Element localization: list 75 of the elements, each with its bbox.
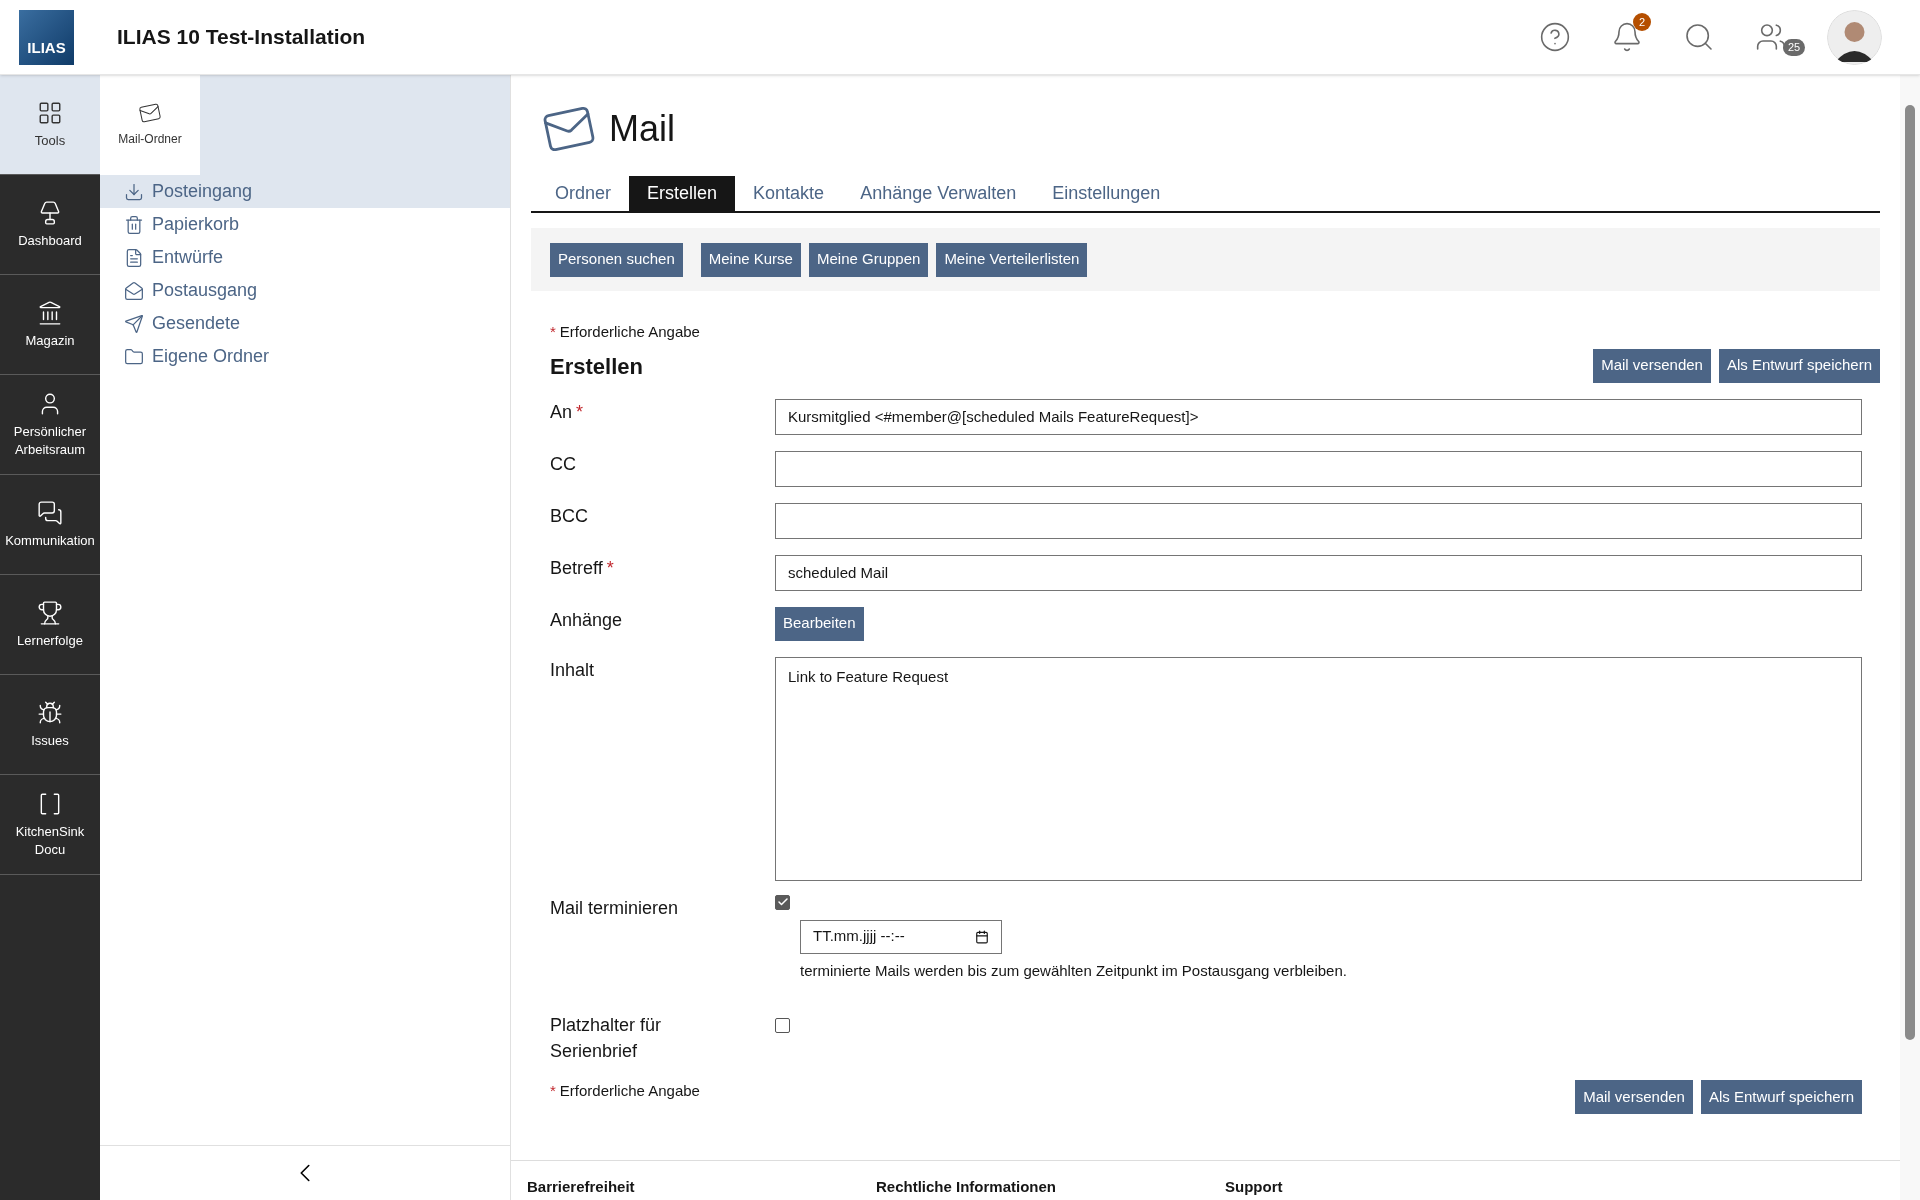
main-bar-item[interactable]: Persönlicher Arbeitsraum <box>0 375 100 475</box>
required-mark: * <box>550 1082 556 1099</box>
text-field[interactable]: scheduled Mail <box>775 554 1862 591</box>
date-time-field[interactable]: TT.mm.jjjj --:-- <box>800 919 1002 954</box>
logo[interactable]: ILIAS <box>19 9 74 65</box>
toolbar-button[interactable]: Meine Kurse <box>700 242 801 277</box>
tab[interactable]: Kontakte <box>735 176 843 211</box>
main-bar-item[interactable]: KitchenSink Docu <box>0 775 100 875</box>
field-label: An <box>550 401 573 422</box>
bug-icon <box>37 699 63 726</box>
download-icon <box>124 181 144 202</box>
tab[interactable]: Erstellen <box>629 176 736 211</box>
field-label: Betreff <box>550 557 603 578</box>
action-button[interactable]: Mail versenden <box>1593 348 1711 383</box>
field-label: BCC <box>550 505 588 526</box>
text-field[interactable]: Kursmitglied <#member@[scheduled Mails FeatureRequest]> <box>775 398 1862 435</box>
page-title: Mail <box>609 107 675 151</box>
footer-heading: Rechtliche Informationen <box>876 1176 1058 1197</box>
action-button[interactable]: Als Entwurf speichern <box>1700 1080 1862 1114</box>
field-label: Anhänge <box>550 609 623 630</box>
help-icon[interactable] <box>1539 21 1571 53</box>
folder-item[interactable]: Gesendete <box>100 307 510 340</box>
footer-heading: Support <box>1225 1176 1284 1197</box>
paper-plane-icon <box>124 313 144 334</box>
main-bar-item[interactable]: Kommunikation <box>0 475 100 575</box>
edit-button[interactable]: Bearbeiten <box>775 606 864 641</box>
main-bar-item[interactable]: Tools <box>0 75 100 175</box>
toolbar-button[interactable]: Personen suchen <box>550 242 683 277</box>
text-field[interactable] <box>775 450 1862 487</box>
tab[interactable]: Anhänge Verwalten <box>842 176 1035 211</box>
main-bar-item[interactable]: Magazin <box>0 275 100 375</box>
main-bar-item[interactable]: Lernerfolge <box>0 575 100 675</box>
bank-icon <box>37 299 63 326</box>
trash-icon <box>124 214 144 235</box>
footer-heading: Barrierefreiheit <box>527 1176 636 1197</box>
folder-item[interactable]: Posteingang <box>100 175 510 208</box>
required-mark: * <box>550 323 556 340</box>
folder-item[interactable]: Eigene Ordner <box>100 340 510 373</box>
notification-badge: 2 <box>1633 13 1651 31</box>
folder-icon <box>124 346 144 367</box>
calendar-icon <box>975 929 989 944</box>
content-textarea[interactable]: Link to Feature Request <box>775 656 1862 881</box>
folder-item[interactable]: Entwürfe <box>100 241 510 274</box>
document-icon <box>124 247 144 268</box>
required-mark: * <box>576 401 584 422</box>
chat-icon <box>37 499 63 526</box>
envelope-icon <box>124 280 144 301</box>
field-label: Mail terminieren <box>550 897 679 918</box>
tab[interactable]: Ordner <box>537 176 630 211</box>
trophy-icon <box>37 599 63 626</box>
toolbar-button[interactable]: Meine Verteilerlisten <box>936 242 1088 277</box>
contacts-icon[interactable] <box>1755 21 1787 53</box>
hint-text: terminierte Mails werden bis zum gewählten Zeitpunkt im Postausgang verbleiben. <box>800 960 1347 981</box>
folder-item[interactable]: Papierkorb <box>100 208 510 241</box>
tab[interactable]: Einstellungen <box>1034 176 1179 211</box>
slate-tab[interactable]: Mail-Ordner <box>100 75 200 175</box>
checkbox[interactable] <box>775 894 790 910</box>
action-button[interactable]: Mail versenden <box>1575 1080 1693 1114</box>
folder-item[interactable]: Postausgang <box>100 274 510 307</box>
main-bar-item[interactable]: Issues <box>0 675 100 775</box>
required-note: Erforderliche Angabe <box>559 323 700 340</box>
text-field[interactable] <box>775 502 1862 539</box>
field-label: Platzhalter für Serienbrief <box>550 1015 662 1061</box>
required-mark: * <box>606 557 614 578</box>
field-label: Inhalt <box>550 659 595 680</box>
site-title: ILIAS 10 Test-Installation <box>117 24 366 51</box>
action-button[interactable]: Als Entwurf speichern <box>1718 348 1880 383</box>
contacts-badge: 25 <box>1783 39 1806 56</box>
form-title: Erstellen <box>550 352 644 381</box>
required-note: Erforderliche Angabe <box>559 1082 700 1099</box>
field-label: CC <box>550 453 576 474</box>
toolbar-button[interactable]: Meine Gruppen <box>808 242 929 277</box>
checkbox[interactable] <box>775 1018 790 1033</box>
avatar[interactable] <box>1827 9 1882 65</box>
search-icon[interactable] <box>1683 21 1715 53</box>
